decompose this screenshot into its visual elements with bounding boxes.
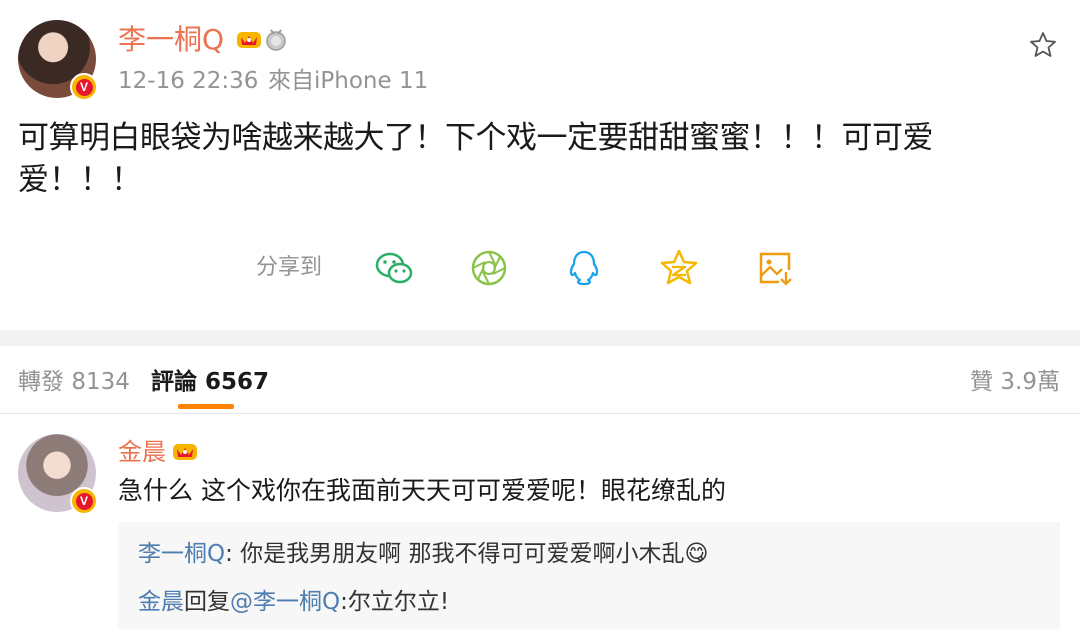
favorite-star-icon[interactable] xyxy=(1029,31,1057,59)
post-text-line2: 爱！！！ xyxy=(18,162,142,198)
share-label: 分享到 xyxy=(256,255,323,280)
commenter-verified-badge: V xyxy=(70,487,98,515)
tab-likes[interactable]: 贊 3.9萬 xyxy=(970,366,1060,398)
verified-badge: V xyxy=(70,73,98,101)
reply-1-text: 你是我男朋友啊 那我不得可可爱爱啊小木乱 xyxy=(240,541,685,567)
reply-1-emoji: 😋 xyxy=(684,541,709,567)
reply-1[interactable]: 李一桐Q: 你是我男朋友啊 那我不得可可爱爱啊小木乱😋 xyxy=(138,538,708,570)
save-image-icon[interactable] xyxy=(755,248,795,288)
wechat-icon[interactable] xyxy=(374,248,414,288)
section-divider xyxy=(0,330,1080,346)
active-tab-indicator xyxy=(178,404,234,409)
post-timestamp: 12-16 22:36 xyxy=(118,68,259,94)
reply-2-author[interactable]: 金晨 xyxy=(138,589,184,615)
member-crown-icon xyxy=(236,28,262,50)
tab-comments-label: 評論 xyxy=(151,369,197,395)
tab-comments-count: 6567 xyxy=(205,369,270,395)
tab-likes-label: 贊 xyxy=(970,369,994,395)
reply-1-sep: : xyxy=(225,541,241,567)
tab-repost[interactable]: 轉發 8134 xyxy=(18,366,130,398)
moments-icon[interactable] xyxy=(469,248,509,288)
author-name[interactable]: 李一桐Q xyxy=(118,22,224,58)
medal-icon xyxy=(265,28,287,52)
tab-repost-label: 轉發 xyxy=(18,369,64,395)
reply-2-mention[interactable]: @李一桐Q xyxy=(230,589,340,615)
reply-2-sep: : xyxy=(340,589,348,615)
tab-repost-count: 8134 xyxy=(71,369,130,395)
reply-2-text: 尔立尔立! xyxy=(347,589,450,615)
tab-likes-count: 3.9萬 xyxy=(1000,369,1060,395)
tab-comments[interactable]: 評論 6567 xyxy=(151,366,269,398)
post-text-line1: 可算明白眼袋为啥越来越大了！下个戏一定要甜甜蜜蜜！！！可可爱 xyxy=(18,120,934,156)
reply-2[interactable]: 金晨回复@李一桐Q:尔立尔立! xyxy=(138,586,449,618)
post-source: 來自iPhone 11 xyxy=(268,68,429,94)
qzone-icon[interactable] xyxy=(659,248,699,288)
commenter-name[interactable]: 金晨 xyxy=(118,436,166,468)
commenter-crown-icon xyxy=(172,440,198,462)
qq-icon[interactable] xyxy=(564,248,604,288)
reply-1-author[interactable]: 李一桐Q xyxy=(138,541,225,567)
comment-text: 急什么 这个戏你在我面前天天可可爱爱呢！眼花缭乱的 xyxy=(118,476,726,505)
tabs-divider xyxy=(0,413,1080,414)
reply-2-mid: 回复 xyxy=(184,589,230,615)
